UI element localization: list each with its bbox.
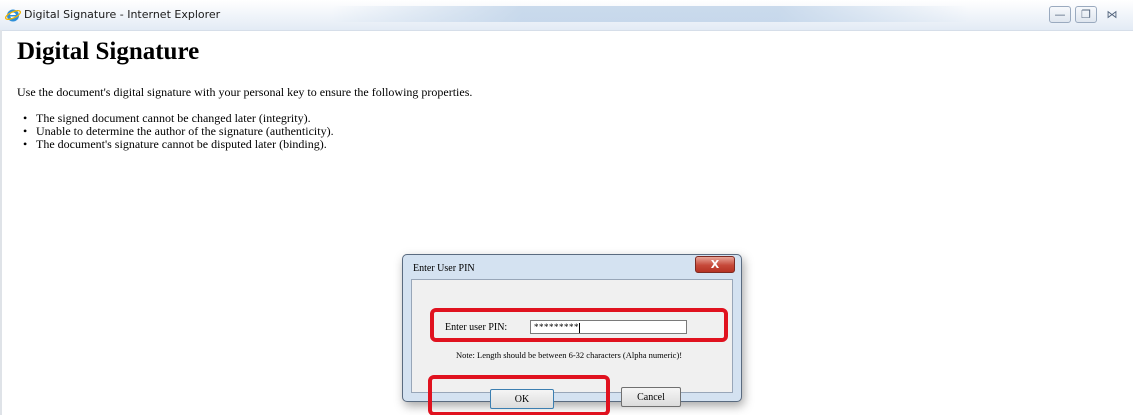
property-text: Unable to determine the author of the si… xyxy=(36,124,334,138)
cancel-button[interactable]: Cancel xyxy=(621,387,681,407)
dialog-body: Enter user PIN: ********* Note: Length s… xyxy=(411,279,733,415)
enter-pin-dialog: Enter User PIN X Enter user PIN: *******… xyxy=(402,254,742,415)
window-controls: — ❐ ⋈ xyxy=(1049,6,1123,23)
property-text: The document's signature cannot be dispu… xyxy=(36,137,327,151)
minimize-icon: — xyxy=(1054,8,1066,21)
property-text: The signed document cannot be changed la… xyxy=(36,111,311,125)
ok-highlight-box xyxy=(428,375,610,415)
content-border xyxy=(0,30,2,415)
maximize-button[interactable]: ❐ xyxy=(1075,6,1097,23)
pin-highlight-box xyxy=(430,308,728,342)
window-title: Digital Signature - Internet Explorer xyxy=(24,8,221,21)
dialog-title: Enter User PIN xyxy=(413,263,475,274)
minimize-button[interactable]: — xyxy=(1049,6,1071,23)
properties-list: • The signed document cannot be changed … xyxy=(23,112,334,151)
maximize-icon: ❐ xyxy=(1081,8,1091,21)
dialog-close-button[interactable]: X xyxy=(695,256,735,273)
bullet-icon: • xyxy=(23,137,28,151)
close-icon: X xyxy=(710,258,720,271)
list-item: • The document's signature cannot be dis… xyxy=(23,138,334,151)
pin-length-note: Note: Length should be between 6-32 char… xyxy=(456,350,683,360)
page-title: Digital Signature xyxy=(17,38,200,65)
intro-text: Use the document's digital signature wit… xyxy=(17,85,473,99)
close-window-button[interactable]: ⋈ xyxy=(1101,6,1123,23)
internet-explorer-icon xyxy=(5,9,21,22)
title-bar-blur xyxy=(330,6,970,22)
window-title-bar: Digital Signature - Internet Explorer — … xyxy=(0,0,1133,31)
close-icon: ⋈ xyxy=(1106,8,1118,21)
